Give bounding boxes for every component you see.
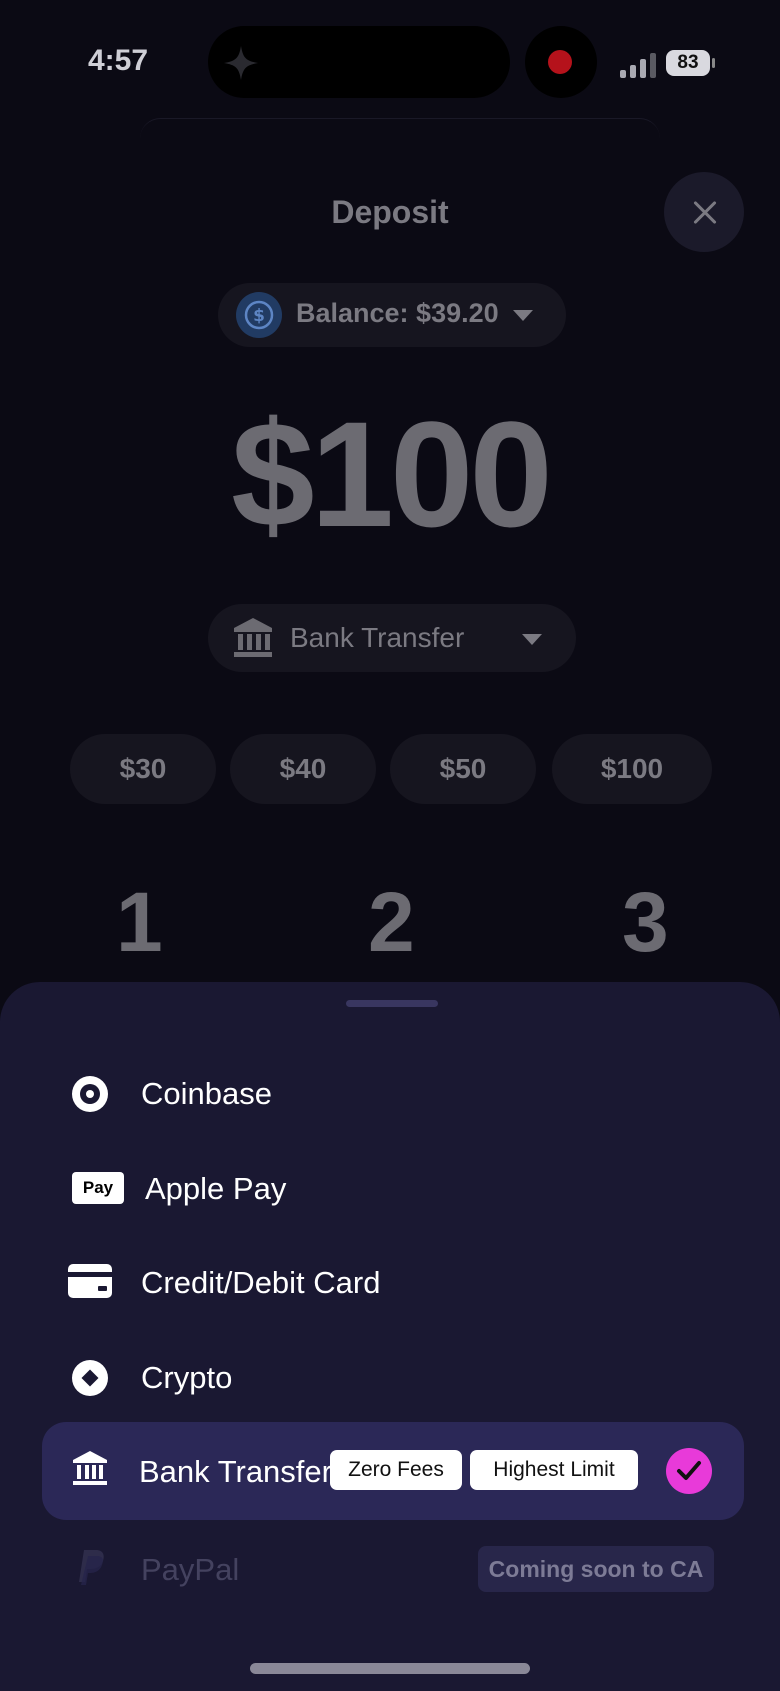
bank-icon (234, 618, 272, 657)
sheet-grabber[interactable] (346, 1000, 438, 1007)
chevron-down-icon (522, 634, 542, 645)
battery-tip (712, 58, 715, 68)
coming-soon-badge: Coming soon to CA (478, 1546, 714, 1592)
balance-label: Balance: $39.20 (296, 298, 499, 328)
home-indicator[interactable] (250, 1663, 530, 1674)
preset-amount-button[interactable]: $30 (70, 734, 216, 804)
chevron-down-icon (513, 310, 533, 321)
recording-dot-icon (548, 50, 572, 74)
coinbase-icon (72, 1076, 108, 1112)
preset-amount-button[interactable]: $100 (552, 734, 712, 804)
status-time: 4:57 (88, 44, 149, 77)
apple-pay-icon: Pay (72, 1172, 124, 1204)
credit-card-icon (68, 1264, 112, 1298)
usdc-coin-icon: $ (236, 292, 282, 338)
option-apple-pay[interactable]: Apple Pay (145, 1171, 286, 1207)
card-edge (140, 118, 660, 159)
option-crypto[interactable]: Crypto (141, 1360, 232, 1396)
keypad-key[interactable]: 2 (368, 874, 415, 971)
option-bank-transfer-label: Bank Transfer (139, 1454, 332, 1489)
page-title: Deposit (331, 194, 449, 230)
paypal-icon (79, 1550, 104, 1585)
svg-text:$: $ (253, 306, 265, 326)
zero-fees-badge: Zero Fees (330, 1450, 462, 1490)
crypto-icon (72, 1360, 108, 1396)
checkmark-icon (666, 1448, 712, 1494)
option-credit-debit-card[interactable]: Credit/Debit Card (141, 1265, 380, 1301)
keypad-key[interactable]: 3 (622, 874, 669, 971)
highest-limit-badge: Highest Limit (470, 1450, 638, 1490)
battery-icon: 83 (666, 50, 710, 76)
close-button[interactable] (664, 172, 744, 252)
deposit-amount: $100 (231, 390, 553, 558)
signal-icon (620, 52, 660, 78)
apple-pay-icon-text: Pay (82, 1178, 114, 1197)
sparkle-icon (224, 46, 258, 80)
preset-amount-button[interactable]: $40 (230, 734, 376, 804)
keypad-key[interactable]: 1 (116, 874, 163, 971)
preset-amount-button[interactable]: $50 (390, 734, 536, 804)
option-paypal: PayPal (141, 1552, 240, 1587)
payment-method-label: Bank Transfer (290, 622, 465, 653)
bank-icon (73, 1451, 107, 1485)
option-coinbase[interactable]: Coinbase (141, 1076, 272, 1112)
